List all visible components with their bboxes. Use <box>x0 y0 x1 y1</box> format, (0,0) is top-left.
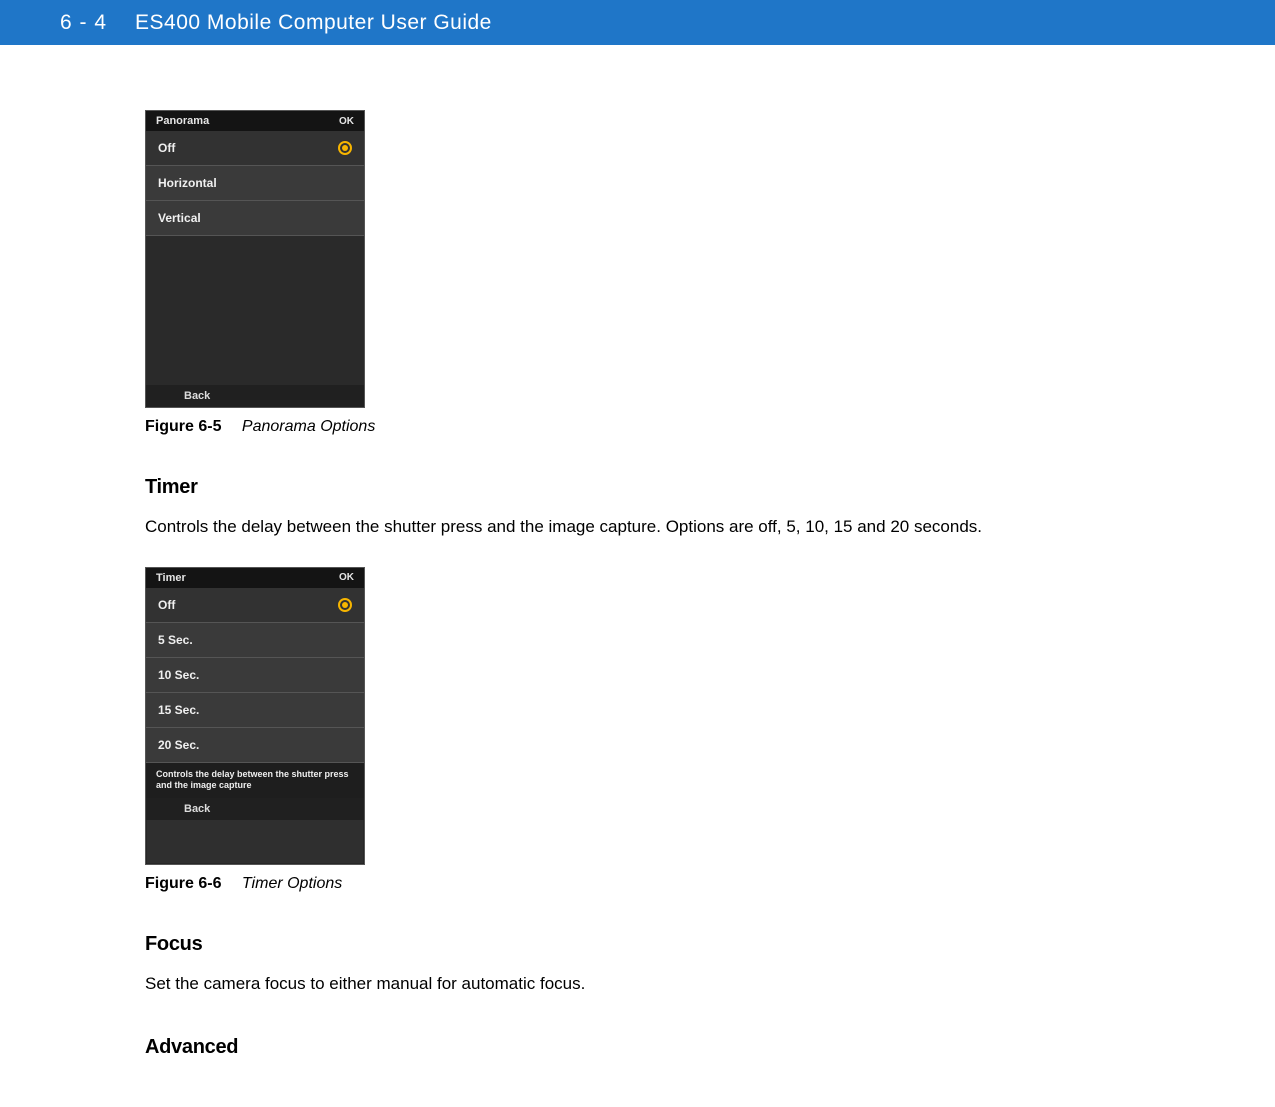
paragraph-focus: Set the camera focus to either manual fo… <box>145 972 1100 996</box>
option-label: 20 Sec. <box>158 738 199 752</box>
screenshot-timer: Timer OK Off 5 Sec. 10 Sec. 15 Sec. 20 S… <box>145 567 365 865</box>
option-horizontal[interactable]: Horizontal <box>146 166 364 201</box>
option-vertical[interactable]: Vertical <box>146 201 364 236</box>
radio-selected-icon <box>338 141 352 155</box>
option-label: Horizontal <box>158 176 217 190</box>
figure-title: Panorama Options <box>242 418 375 435</box>
heading-focus: Focus <box>145 933 1100 956</box>
option-label: Off <box>158 141 175 155</box>
screen-titlebar: Timer OK <box>146 568 364 588</box>
option-off[interactable]: Off <box>146 588 364 623</box>
heading-advanced: Advanced <box>145 1036 1100 1059</box>
option-label: 5 Sec. <box>158 633 193 647</box>
radio-selected-icon <box>338 598 352 612</box>
figure-caption-6-5: Figure 6-5 Panorama Options <box>145 418 1100 436</box>
option-10sec[interactable]: 10 Sec. <box>146 658 364 693</box>
screen-titlebar: Panorama OK <box>146 111 364 131</box>
option-label: Off <box>158 598 175 612</box>
empty-area <box>146 236 364 385</box>
page-header: 6 - 4 ES400 Mobile Computer User Guide <box>0 0 1275 45</box>
page-content: Panorama OK Off Horizontal Vertical Back… <box>0 45 1100 1059</box>
page-title: ES400 Mobile Computer User Guide <box>135 11 492 35</box>
option-20sec[interactable]: 20 Sec. <box>146 728 364 763</box>
option-off[interactable]: Off <box>146 131 364 166</box>
page-number: 6 - 4 <box>60 11 107 35</box>
back-button[interactable]: Back <box>146 385 364 407</box>
figure-caption-6-6: Figure 6-6 Timer Options <box>145 875 1100 893</box>
figure-label: Figure 6-6 <box>145 875 221 892</box>
ok-button[interactable]: OK <box>339 572 354 583</box>
option-label: 10 Sec. <box>158 668 199 682</box>
ok-button[interactable]: OK <box>339 116 354 127</box>
figure-title: Timer Options <box>242 875 342 892</box>
option-5sec[interactable]: 5 Sec. <box>146 623 364 658</box>
figure-label: Figure 6-5 <box>145 418 221 435</box>
back-button[interactable]: Back <box>146 798 364 820</box>
option-label: 15 Sec. <box>158 703 199 717</box>
screen-title: Timer <box>156 572 186 584</box>
option-15sec[interactable]: 15 Sec. <box>146 693 364 728</box>
heading-timer: Timer <box>145 476 1100 499</box>
screen-title: Panorama <box>156 115 209 127</box>
paragraph-timer: Controls the delay between the shutter p… <box>145 515 1100 539</box>
screen-hint: Controls the delay between the shutter p… <box>146 763 364 798</box>
screenshot-panorama: Panorama OK Off Horizontal Vertical Back <box>145 110 365 408</box>
option-label: Vertical <box>158 211 201 225</box>
